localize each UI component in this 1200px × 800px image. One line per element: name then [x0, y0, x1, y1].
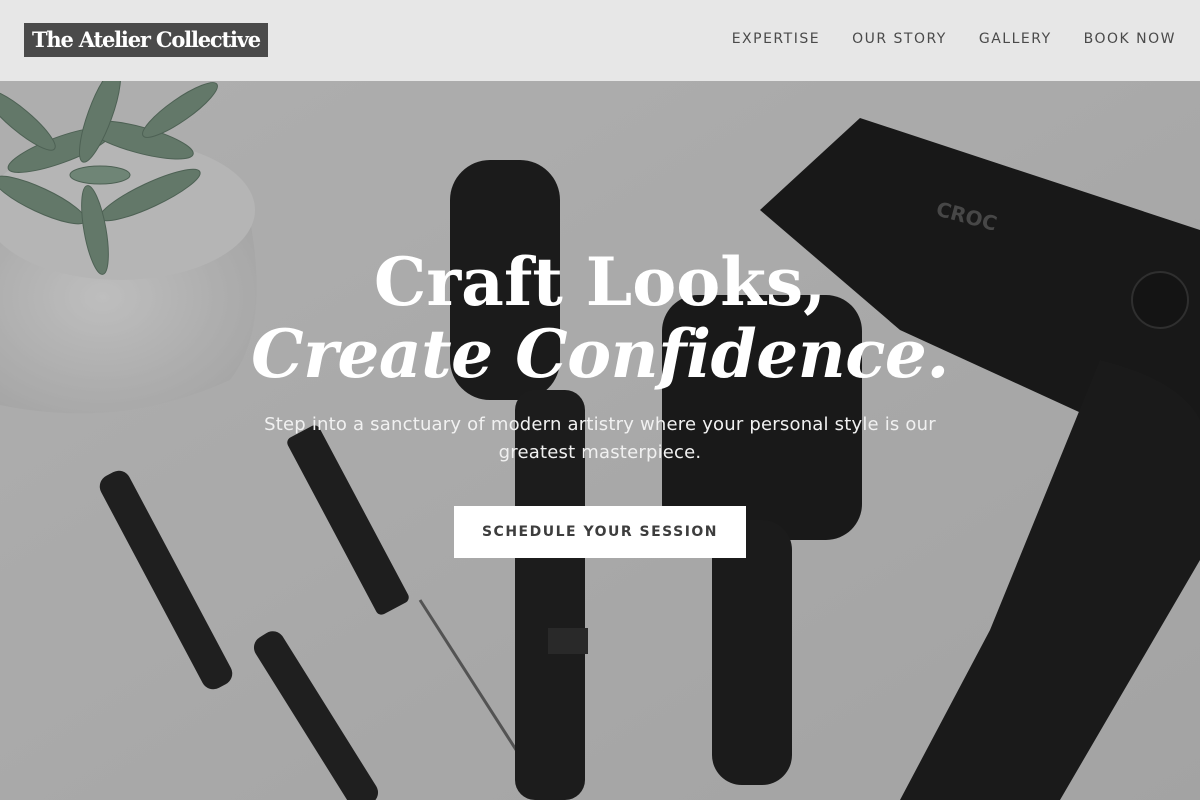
nav-link-our-story[interactable]: OUR STORY: [852, 31, 947, 47]
site-header: The Atelier Collective EXPERTISE OUR STO…: [0, 0, 1200, 81]
hero-subtitle: Step into a sanctuary of modern artistry…: [264, 414, 936, 463]
hero-headline-line1: Craft Looks,: [373, 243, 827, 321]
nav-link-gallery[interactable]: GALLERY: [979, 31, 1052, 47]
schedule-session-button[interactable]: SCHEDULE YOUR SESSION: [454, 506, 746, 558]
nav-link-expertise[interactable]: EXPERTISE: [732, 31, 820, 47]
nav-link-book-now[interactable]: BOOK NOW: [1084, 31, 1176, 47]
hero-headline-line2: Create Confidence.: [251, 315, 949, 393]
hero-section: CROC Craft Looks, Create Confidence. Ste…: [0, 81, 1200, 800]
brand-logo[interactable]: The Atelier Collective: [24, 23, 268, 57]
main-nav: EXPERTISE OUR STORY GALLERY BOOK NOW: [732, 31, 1176, 47]
